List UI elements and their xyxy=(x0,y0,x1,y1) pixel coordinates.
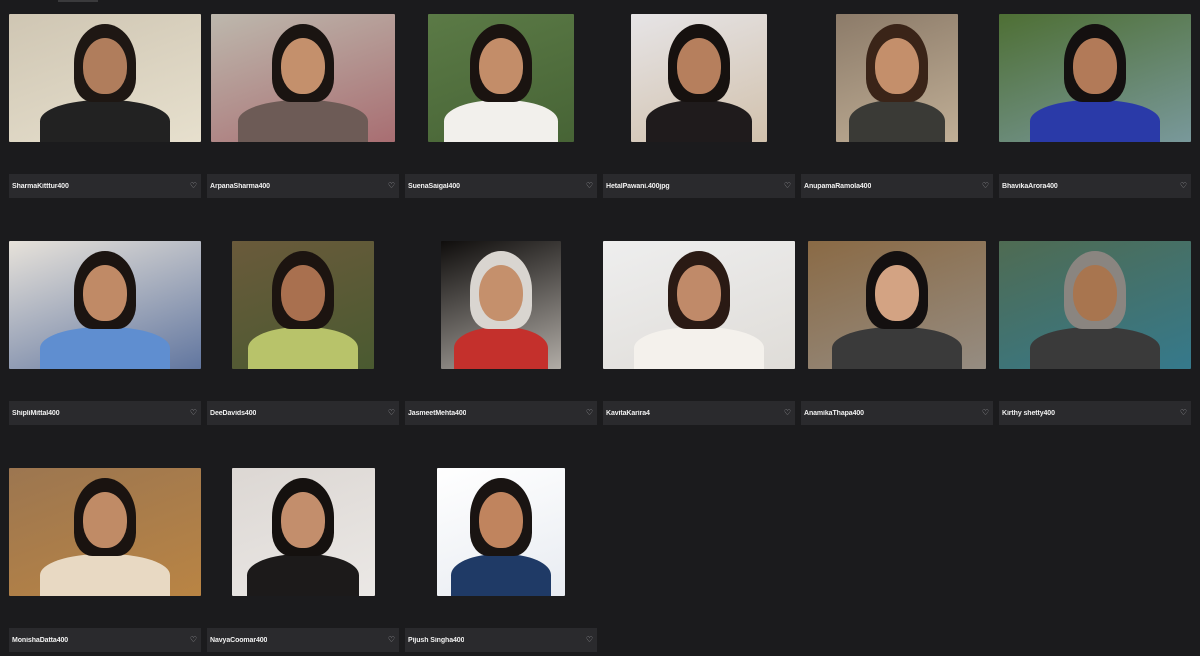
thumbnail-area xyxy=(405,13,597,143)
heart-icon[interactable]: ♡ xyxy=(388,409,395,417)
thumbnail-area xyxy=(405,240,597,370)
file-name-label: DeeDavids400 xyxy=(210,409,257,417)
gallery-card[interactable]: KavitaKarira4 ♡ xyxy=(603,240,795,425)
gallery-card[interactable]: MonishaDatta400 ♡ xyxy=(9,467,201,652)
gallery-card[interactable]: Kirthy shetty400 ♡ xyxy=(999,240,1191,425)
thumbnail-area xyxy=(603,13,795,143)
caption-bar: SuenaSaigal400 ♡ xyxy=(405,174,597,198)
file-name-label: Kirthy shetty400 xyxy=(1002,409,1055,417)
heart-icon[interactable]: ♡ xyxy=(586,182,593,190)
file-name-label: AnamikaThapa400 xyxy=(804,409,864,417)
portrait-photo[interactable] xyxy=(603,241,795,369)
thumbnail-area xyxy=(405,467,597,597)
portrait-photo[interactable] xyxy=(231,468,375,596)
file-name-label: SharmaKitttur400 xyxy=(12,182,69,190)
gallery-card[interactable]: JasmeetMehta400 ♡ xyxy=(405,240,597,425)
portrait-photo[interactable] xyxy=(428,14,574,142)
gallery-card[interactable]: AnamikaThapa400 ♡ xyxy=(801,240,993,425)
thumbnail-area xyxy=(207,13,399,143)
caption-bar: JasmeetMehta400 ♡ xyxy=(405,401,597,425)
file-name-label: BhavikaArora400 xyxy=(1002,182,1058,190)
gallery-card[interactable]: AnupamaRamola400 ♡ xyxy=(801,13,993,198)
thumbnail-area xyxy=(207,467,399,597)
heart-icon[interactable]: ♡ xyxy=(784,409,791,417)
portrait-photo[interactable] xyxy=(232,241,374,369)
portrait-photo[interactable] xyxy=(808,241,986,369)
file-name-label: Pijush Singha400 xyxy=(408,636,465,644)
caption-bar: DeeDavids400 ♡ xyxy=(207,401,399,425)
thumbnail-area xyxy=(801,240,993,370)
gallery-card[interactable]: NavyaCoomar400 ♡ xyxy=(207,467,399,652)
caption-bar: HetalPawani.400jpg ♡ xyxy=(603,174,795,198)
portrait-photo[interactable] xyxy=(441,241,561,369)
caption-bar: KavitaKarira4 ♡ xyxy=(603,401,795,425)
file-name-label: KavitaKarira4 xyxy=(606,409,650,417)
file-name-label: JasmeetMehta400 xyxy=(408,409,467,417)
heart-icon[interactable]: ♡ xyxy=(190,409,197,417)
caption-bar: BhavikaArora400 ♡ xyxy=(999,174,1191,198)
thumbnail-area xyxy=(801,13,993,143)
portrait-photo[interactable] xyxy=(836,14,958,142)
caption-bar: Pijush Singha400 ♡ xyxy=(405,628,597,652)
portrait-photo[interactable] xyxy=(9,468,201,596)
portrait-photo[interactable] xyxy=(999,14,1191,142)
gallery-card[interactable]: SharmaKitttur400 ♡ xyxy=(9,13,201,198)
thumbnail-area xyxy=(207,240,399,370)
photo-grid: SharmaKitttur400 ♡ ArpanaSharma400 ♡ SuenaSa… xyxy=(0,0,1200,656)
thumbnail-area xyxy=(9,240,201,370)
gallery-card[interactable]: ArpanaSharma400 ♡ xyxy=(207,13,399,198)
caption-bar: SharmaKitttur400 ♡ xyxy=(9,174,201,198)
thumbnail-area xyxy=(9,467,201,597)
portrait-photo[interactable] xyxy=(211,14,395,142)
heart-icon[interactable]: ♡ xyxy=(190,182,197,190)
gallery-card[interactable]: ShipliMittal400 ♡ xyxy=(9,240,201,425)
caption-bar: MonishaDatta400 ♡ xyxy=(9,628,201,652)
caption-bar: ArpanaSharma400 ♡ xyxy=(207,174,399,198)
caption-bar: AnamikaThapa400 ♡ xyxy=(801,401,993,425)
portrait-photo[interactable] xyxy=(437,468,565,596)
heart-icon[interactable]: ♡ xyxy=(784,182,791,190)
portrait-photo[interactable] xyxy=(9,14,201,142)
heart-icon[interactable]: ♡ xyxy=(586,409,593,417)
gallery-card[interactable]: Pijush Singha400 ♡ xyxy=(405,467,597,652)
gallery-card[interactable]: BhavikaArora400 ♡ xyxy=(999,13,1191,198)
thumbnail-area xyxy=(603,240,795,370)
caption-bar: ShipliMittal400 ♡ xyxy=(9,401,201,425)
gallery-page: { "gallery": { "items": [ {"name": "Shar… xyxy=(0,0,1200,656)
portrait-photo[interactable] xyxy=(631,14,767,142)
heart-icon[interactable]: ♡ xyxy=(982,182,989,190)
file-name-label: AnupamaRamola400 xyxy=(804,182,872,190)
heart-icon[interactable]: ♡ xyxy=(388,182,395,190)
portrait-photo[interactable] xyxy=(999,241,1191,369)
gallery-card[interactable]: DeeDavids400 ♡ xyxy=(207,240,399,425)
file-name-label: MonishaDatta400 xyxy=(12,636,69,644)
heart-icon[interactable]: ♡ xyxy=(1180,182,1187,190)
file-name-label: ArpanaSharma400 xyxy=(210,182,270,190)
gallery-card[interactable]: HetalPawani.400jpg ♡ xyxy=(603,13,795,198)
portrait-photo[interactable] xyxy=(9,241,201,369)
file-name-label: ShipliMittal400 xyxy=(12,409,60,417)
file-name-label: NavyaCoomar400 xyxy=(210,636,268,644)
file-name-label: SuenaSaigal400 xyxy=(408,182,460,190)
heart-icon[interactable]: ♡ xyxy=(190,636,197,644)
heart-icon[interactable]: ♡ xyxy=(982,409,989,417)
heart-icon[interactable]: ♡ xyxy=(1180,409,1187,417)
file-name-label: HetalPawani.400jpg xyxy=(606,182,670,190)
heart-icon[interactable]: ♡ xyxy=(388,636,395,644)
heart-icon[interactable]: ♡ xyxy=(586,636,593,644)
thumbnail-area xyxy=(999,240,1191,370)
thumbnail-area xyxy=(999,13,1191,143)
caption-bar: AnupamaRamola400 ♡ xyxy=(801,174,993,198)
thumbnail-area xyxy=(9,13,201,143)
caption-bar: NavyaCoomar400 ♡ xyxy=(207,628,399,652)
caption-bar: Kirthy shetty400 ♡ xyxy=(999,401,1191,425)
gallery-card[interactable]: SuenaSaigal400 ♡ xyxy=(405,13,597,198)
